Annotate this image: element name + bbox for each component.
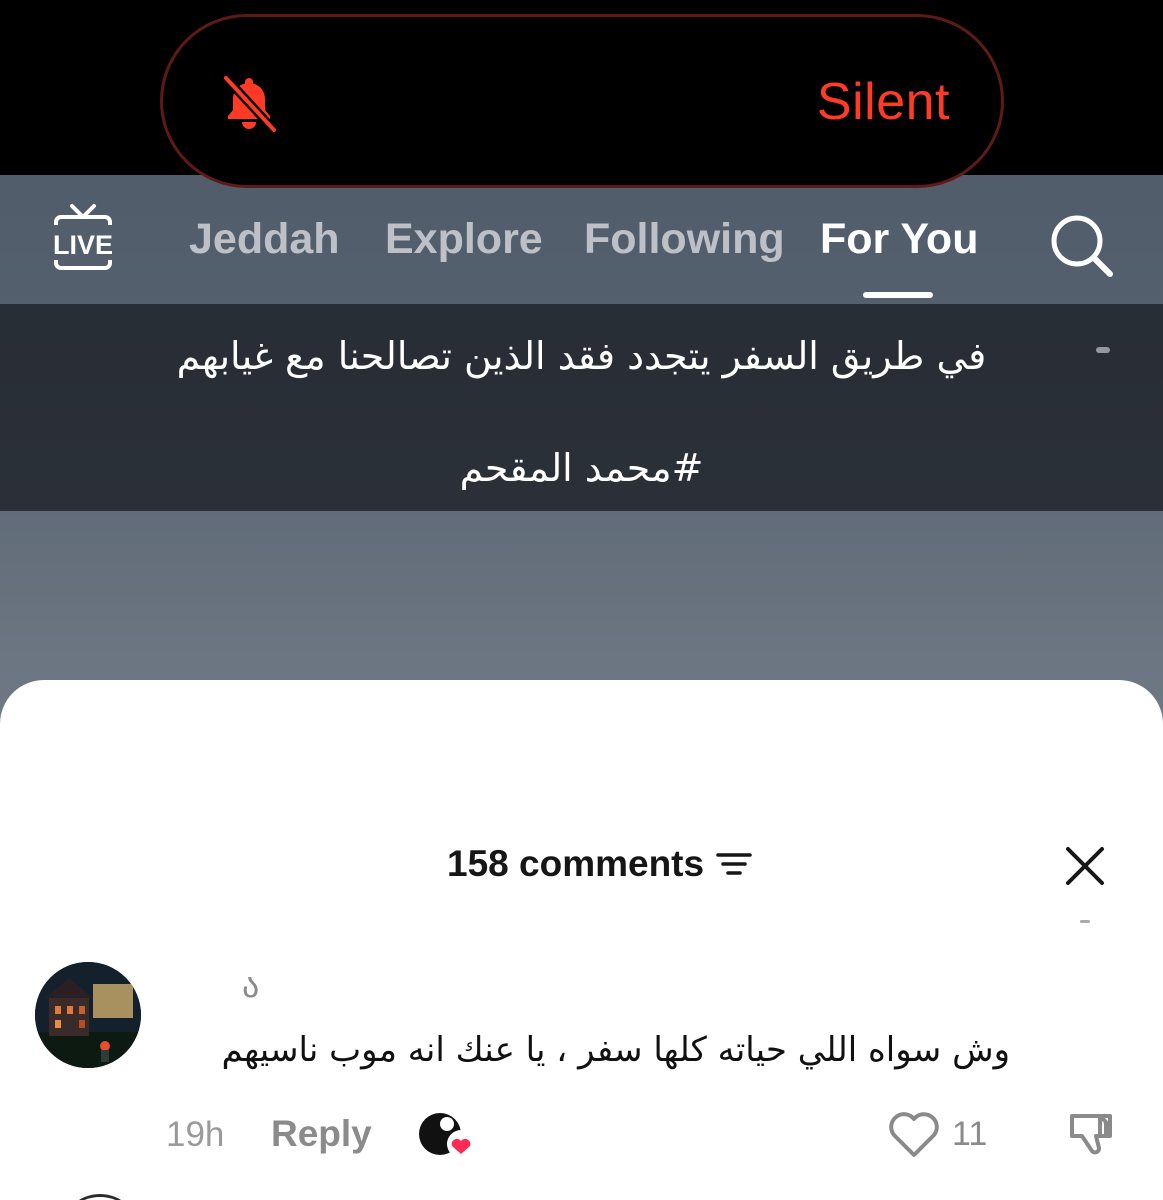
thumbs-down-icon[interactable] (1064, 1108, 1118, 1162)
comments-count-title: 158 comments (447, 843, 705, 884)
tab-jeddah[interactable]: Jeddah (189, 215, 340, 264)
comment-text: وش سواه اللي حياته كلها سفر ، يا عنك انه… (221, 1030, 1010, 1070)
filter-icon[interactable] (714, 849, 754, 879)
live-tv-icon[interactable]: LIVE (46, 200, 120, 276)
bell-slash-icon (221, 73, 279, 134)
caption-text: في طريق السفر يتجدد فقد الذين تصالحنا مع… (176, 334, 987, 378)
avatar[interactable] (35, 962, 141, 1068)
search-icon[interactable] (1046, 210, 1116, 280)
liked-by-creator-icon (419, 1113, 475, 1158)
close-icon[interactable] (1063, 844, 1107, 888)
like-count: 11 (952, 1115, 988, 1153)
active-tab-indicator (863, 292, 933, 298)
silent-label: Silent (816, 73, 950, 131)
caption-hashtag[interactable]: #محمد المقحم (0, 446, 1163, 490)
heart-icon[interactable] (887, 1110, 941, 1160)
comment-username[interactable]: ა (242, 966, 259, 1006)
live-label: LIVE (53, 230, 113, 260)
caption-mark (1096, 347, 1110, 353)
tab-explore[interactable]: Explore (385, 215, 543, 264)
comment-timestamp: 19h (166, 1115, 225, 1154)
scroll-mark (1080, 920, 1090, 923)
tab-for-you[interactable]: For You (820, 215, 978, 264)
reply-button[interactable]: Reply (271, 1113, 372, 1155)
comments-header: 158 comments (447, 843, 754, 885)
video-feed-screen: Silent LIVE Jeddah Explore Following For… (0, 0, 1163, 1200)
avatar-image (35, 962, 141, 1068)
tab-following[interactable]: Following (584, 215, 785, 264)
